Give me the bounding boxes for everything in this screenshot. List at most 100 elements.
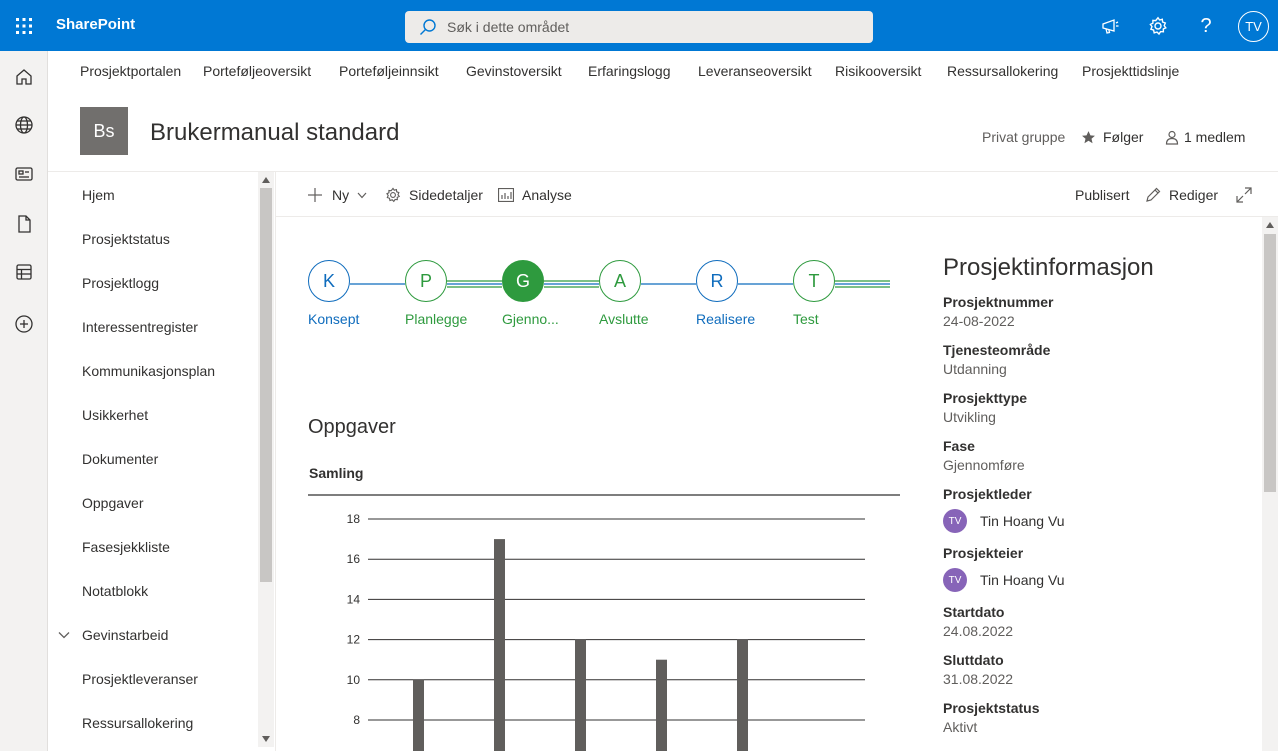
search-placeholder: Søk i dette området xyxy=(447,19,570,35)
person-prosjekteier[interactable]: TV Tin Hoang Vu xyxy=(943,568,1065,592)
lists-icon[interactable] xyxy=(12,260,36,284)
field-label-prosjektleder: Prosjektleder xyxy=(943,486,1032,502)
phase-circle-gjennomfore[interactable]: G xyxy=(502,260,544,302)
chart-bar[interactable] xyxy=(737,639,748,751)
y-tick-label: 8 xyxy=(353,713,360,727)
scroll-down-arrow-icon[interactable] xyxy=(262,736,270,742)
nav-item-fasesjekkliste[interactable]: Fasesjekkliste xyxy=(82,539,170,555)
megaphone-icon[interactable] xyxy=(1097,13,1123,39)
nav-item-prosjektleveranser[interactable]: Prosjektleveranser xyxy=(82,671,198,687)
phase-circle-realisere[interactable]: R xyxy=(696,260,738,302)
nav-item-gevinstarbeid[interactable]: Gevinstarbeid xyxy=(82,627,168,643)
chart-bar[interactable] xyxy=(413,679,424,751)
page-details-button[interactable]: Sidedetaljer xyxy=(385,187,483,203)
app-name[interactable]: SharePoint xyxy=(56,16,135,33)
phase-label-avslutte[interactable]: Avslutte xyxy=(599,311,649,327)
chevron-down-icon xyxy=(357,192,367,198)
field-label-prosjekteier: Prosjekteier xyxy=(943,545,1024,561)
search-box[interactable]: Søk i dette området xyxy=(405,11,873,43)
phase-circle-planlegge[interactable]: P xyxy=(405,260,447,302)
star-icon xyxy=(1082,130,1095,143)
person-prosjektleder[interactable]: TV Tin Hoang Vu xyxy=(943,509,1065,533)
members-label: 1 medlem xyxy=(1184,129,1246,145)
field-label-sluttdato: Sluttdato xyxy=(943,652,1004,668)
hub-link-erfaringslogg[interactable]: Erfaringslogg xyxy=(588,63,671,79)
follow-label: Følger xyxy=(1103,129,1144,145)
nav-item-interessentregister[interactable]: Interessentregister xyxy=(82,319,198,335)
nav-item-ressursallokering[interactable]: Ressursallokering xyxy=(82,715,193,731)
field-label-startdato: Startdato xyxy=(943,604,1005,620)
analytics-button[interactable]: Analyse xyxy=(498,187,572,203)
field-label-fase: Fase xyxy=(943,438,975,454)
edit-label: Rediger xyxy=(1169,187,1219,203)
tasks-heading: Oppgaver xyxy=(308,416,396,438)
group-privacy: Privat gruppe xyxy=(982,129,1066,145)
chart-bar[interactable] xyxy=(656,659,667,751)
new-button[interactable]: Ny xyxy=(308,187,367,203)
scroll-up-arrow-icon[interactable] xyxy=(1266,222,1274,228)
phase-circle-avslutte[interactable]: A xyxy=(599,260,641,302)
hub-link-leveranseoversikt[interactable]: Leveranseoversikt xyxy=(698,63,812,79)
nav-item-prosjektstatus[interactable]: Prosjektstatus xyxy=(82,231,170,247)
avatar: TV xyxy=(943,568,967,592)
hub-link-portefoljeinnsikt[interactable]: Porteføljeinnsikt xyxy=(339,63,439,79)
hub-link-portefoljeoversikt[interactable]: Porteføljeoversikt xyxy=(203,63,311,79)
user-avatar[interactable]: TV xyxy=(1238,11,1269,42)
y-tick-label: 12 xyxy=(347,633,361,647)
task-bar-chart: 8 10 12 14 16 18 xyxy=(308,494,900,751)
nav-item-usikkerhet[interactable]: Usikkerhet xyxy=(82,407,148,423)
field-label-prosjektstatus: Prosjektstatus xyxy=(943,700,1040,716)
nav-item-dokumenter[interactable]: Dokumenter xyxy=(82,451,158,467)
file-icon[interactable] xyxy=(12,212,36,236)
left-nav-scrollbar-thumb[interactable] xyxy=(260,188,272,582)
phase-label-konsept[interactable]: Konsept xyxy=(308,311,359,327)
nav-item-oppgaver[interactable]: Oppgaver xyxy=(82,495,143,511)
hub-link-gevinstoversikt[interactable]: Gevinstoversikt xyxy=(466,63,562,79)
chart-title: Samling xyxy=(309,465,364,481)
hub-link-prosjekttidslinje[interactable]: Prosjekttidslinje xyxy=(1082,63,1179,79)
phase-label-gjennomfore[interactable]: Gjenno... xyxy=(502,311,559,327)
avatar: TV xyxy=(943,509,967,533)
settings-gear-icon[interactable] xyxy=(1145,13,1171,39)
nav-item-notatblokk[interactable]: Notatblokk xyxy=(82,583,148,599)
field-value-sluttdato: 31.08.2022 xyxy=(943,671,1014,687)
members-button[interactable]: 1 medlem xyxy=(1165,129,1245,145)
expand-icon[interactable] xyxy=(1236,187,1252,203)
scroll-up-arrow-icon[interactable] xyxy=(262,177,270,183)
nav-item-hjem[interactable]: Hjem xyxy=(82,187,115,203)
hub-link-prosjektportalen[interactable]: Prosjektportalen xyxy=(80,63,181,79)
phase-label-test[interactable]: Test xyxy=(793,311,819,327)
person-name: Tin Hoang Vu xyxy=(980,572,1065,588)
search-icon xyxy=(420,19,436,35)
field-value-startdato: 24.08.2022 xyxy=(943,623,1014,639)
app-launcher-icon[interactable] xyxy=(0,0,48,51)
phase-circle-konsept[interactable]: K xyxy=(308,260,350,302)
help-icon[interactable]: ? xyxy=(1193,13,1219,39)
site-title[interactable]: Brukermanual standard xyxy=(150,119,399,147)
field-value-fase: Gjennomføre xyxy=(943,457,1025,473)
chart-bar[interactable] xyxy=(494,539,505,751)
site-logo[interactable]: Bs xyxy=(80,107,128,155)
chevron-down-icon[interactable] xyxy=(58,631,70,639)
y-tick-label: 18 xyxy=(347,512,361,526)
home-icon[interactable] xyxy=(12,65,36,89)
news-icon[interactable] xyxy=(12,162,36,186)
hub-link-ressursallokering[interactable]: Ressursallokering xyxy=(947,63,1058,79)
phase-circle-test[interactable]: T xyxy=(793,260,835,302)
analytics-label: Analyse xyxy=(522,187,572,203)
create-plus-icon[interactable] xyxy=(12,312,36,336)
hub-link-risikooversikt[interactable]: Risikooversikt xyxy=(835,63,921,79)
app-bar xyxy=(0,51,48,751)
follow-button[interactable]: Følger xyxy=(1081,129,1143,145)
phase-label-planlegge[interactable]: Planlegge xyxy=(405,311,467,327)
field-value-tjenesteomrade: Utdanning xyxy=(943,361,1007,377)
analytics-chart-icon xyxy=(498,188,514,202)
edit-button[interactable]: Rediger xyxy=(1145,187,1218,203)
phase-label-realisere[interactable]: Realisere xyxy=(696,311,755,327)
field-value-prosjekttype: Utvikling xyxy=(943,409,996,425)
nav-item-prosjektlogg[interactable]: Prosjektlogg xyxy=(82,275,159,291)
nav-item-kommunikasjonsplan[interactable]: Kommunikasjonsplan xyxy=(82,363,215,379)
globe-icon[interactable] xyxy=(12,113,36,137)
chart-bar[interactable] xyxy=(575,639,586,751)
main-scrollbar-thumb[interactable] xyxy=(1264,234,1276,492)
